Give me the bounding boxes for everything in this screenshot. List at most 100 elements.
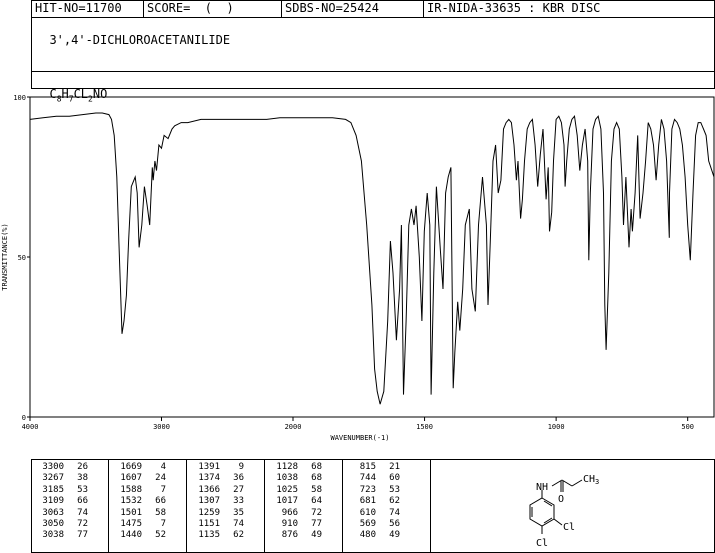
peak-wavenumber: 1017	[276, 496, 298, 507]
peak-transmittance: 72	[311, 507, 322, 518]
peak-row: 3185 53	[36, 485, 88, 496]
peak-transmittance: 38	[77, 473, 88, 484]
peak-column-divider	[264, 460, 265, 552]
peak-transmittance: 77	[77, 530, 88, 541]
y-tick-label: 100	[13, 94, 26, 102]
methyl-label: CH3	[583, 474, 599, 486]
plot-frame	[29, 96, 715, 418]
peak-transmittance: 24	[155, 473, 166, 484]
y-tick-label: 50	[18, 254, 26, 262]
peak-transmittance: 27	[233, 484, 244, 495]
peak-transmittance: 66	[77, 496, 88, 507]
chloro-label-para: Cl	[536, 538, 548, 549]
peak-wavenumber: 723	[359, 484, 376, 495]
peak-wavenumber: 1669	[120, 462, 142, 472]
peak-column-divider	[108, 460, 109, 552]
chemical-structure: NH O CH3 Cl Cl	[529, 474, 599, 549]
peak-column: 815 21 744 60 723 53 681 62 610 74 569 56 480 49	[348, 462, 400, 542]
peak-transmittance: 35	[233, 507, 244, 518]
carbonyl-oxygen-label: O	[558, 494, 564, 505]
peak-wavenumber: 1374	[198, 473, 220, 484]
peak-column: 3300 26 3267 38 3185 53 3109 66 3063 74 3050 72 3038…	[36, 462, 88, 542]
peak-wavenumber: 3185	[42, 484, 64, 495]
peak-column: 1391 9 1374 36 1366 27 1307 33 1259 35 1151 74 1135 6…	[192, 462, 244, 542]
peak-transmittance: 7	[160, 484, 166, 495]
peak-row: 3300 26	[36, 462, 88, 473]
peak-wavenumber: 876	[281, 530, 298, 541]
peak-row: 1366 27	[192, 485, 244, 496]
peak-row: 723 53	[348, 485, 400, 496]
peak-row: 1259 35	[192, 508, 244, 519]
peak-wavenumber: 610	[359, 507, 376, 518]
peak-transmittance: 4	[160, 462, 166, 472]
chloro-label-meta: Cl	[563, 522, 575, 533]
peak-transmittance: 9	[238, 462, 244, 472]
peak-row: 1475 7	[114, 519, 166, 530]
peak-row: 815 21	[348, 462, 400, 473]
peak-wavenumber: 1607	[120, 473, 142, 484]
peak-row: 1588 7	[114, 485, 166, 496]
peak-row: 681 62	[348, 496, 400, 507]
peak-row: 1501 58	[114, 508, 166, 519]
peak-transmittance: 7	[160, 519, 166, 530]
peak-wavenumber: 1366	[198, 484, 220, 495]
ir-spectrum-chart: 0 50 100 4000 3000 2000 1500 1000 500 TRANSMITT…	[1, 94, 715, 442]
peak-transmittance: 52	[155, 530, 166, 541]
peak-row: 1440 52	[114, 530, 166, 541]
peak-column-divider	[186, 460, 187, 552]
peak-transmittance: 62	[233, 530, 244, 541]
peak-transmittance: 68	[311, 473, 322, 484]
peak-wavenumber: 3050	[42, 519, 64, 530]
peak-row: 876 49	[270, 530, 322, 541]
peak-row: 1038 68	[270, 473, 322, 484]
x-tick-label: 500	[681, 423, 694, 431]
peak-transmittance: 49	[389, 530, 400, 541]
peak-row: 3109 66	[36, 496, 88, 507]
peak-transmittance: 33	[233, 496, 244, 507]
peak-row: 1135 62	[192, 530, 244, 541]
peak-column-divider	[342, 460, 343, 552]
x-tick-label: 1000	[548, 423, 565, 431]
peak-wavenumber: 3038	[42, 530, 64, 541]
peak-wavenumber: 3300	[42, 462, 64, 472]
peak-row: 1128 68	[270, 462, 322, 473]
peak-transmittance: 64	[311, 496, 322, 507]
peak-row: 1151 74	[192, 519, 244, 530]
peak-wavenumber: 1475	[120, 519, 142, 530]
peak-row: 1391 9	[192, 462, 244, 473]
y-axis-label: TRANSMITTANCE(%)	[1, 223, 9, 290]
peak-row: 3267 38	[36, 473, 88, 484]
peak-row: 480 49	[348, 530, 400, 541]
peak-wavenumber: 3267	[42, 473, 64, 484]
peak-transmittance: 26	[77, 462, 88, 472]
nh-label: NH	[536, 482, 548, 493]
peak-row: 744 60	[348, 473, 400, 484]
peak-row: 610 74	[348, 508, 400, 519]
peak-transmittance: 53	[389, 484, 400, 495]
peak-row: 3038 77	[36, 530, 88, 541]
peak-row: 966 72	[270, 508, 322, 519]
peak-wavenumber: 1501	[120, 507, 142, 518]
x-tick-label: 4000	[22, 423, 39, 431]
peak-column: 1128 68 1038 68 1025 58 1017 64 966 72 910 77 876 49	[270, 462, 322, 542]
peak-wavenumber: 3063	[42, 507, 64, 518]
peak-row: 3063 74	[36, 508, 88, 519]
y-tick-label: 0	[22, 414, 26, 422]
peak-wavenumber: 569	[359, 519, 376, 530]
peak-wavenumber: 480	[359, 530, 376, 541]
peak-row: 1017 64	[270, 496, 322, 507]
peak-column: 1669 4 1607 24 1588 7 1532 66 1501 58 1475 7 1440 52	[114, 462, 166, 542]
peak-wavenumber: 1307	[198, 496, 220, 507]
peak-wavenumber: 815	[359, 462, 376, 472]
peak-row: 1532 66	[114, 496, 166, 507]
table-divider	[430, 460, 431, 552]
peak-row: 910 77	[270, 519, 322, 530]
peak-wavenumber: 1440	[120, 530, 142, 541]
peak-transmittance: 58	[155, 507, 166, 518]
peak-transmittance: 74	[389, 507, 400, 518]
peak-row: 1374 36	[192, 473, 244, 484]
peak-transmittance: 21	[389, 462, 400, 472]
peak-transmittance: 74	[233, 519, 244, 530]
peak-wavenumber: 1391	[198, 462, 220, 472]
peak-row: 569 56	[348, 519, 400, 530]
